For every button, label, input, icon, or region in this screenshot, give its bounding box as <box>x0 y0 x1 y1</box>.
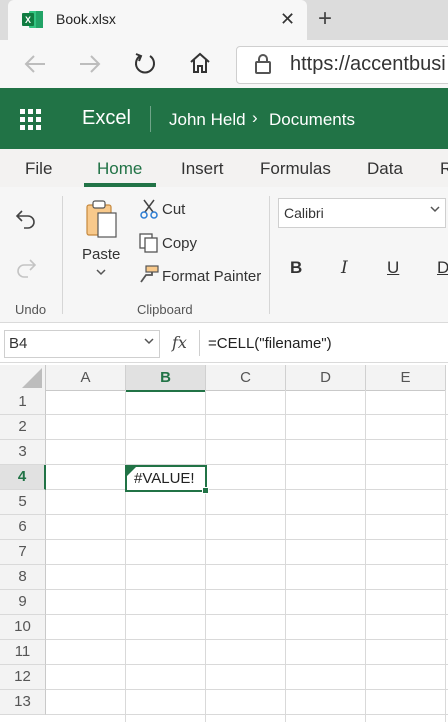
row-header-5[interactable]: 5 <box>0 490 46 515</box>
grid-line <box>46 664 448 665</box>
refresh-icon[interactable] <box>133 51 157 77</box>
redo-icon[interactable] <box>14 256 38 278</box>
tab-home[interactable]: Home <box>97 159 142 179</box>
undo-group-label: Undo <box>15 302 47 317</box>
scissors-icon <box>140 199 158 219</box>
paste-icon[interactable] <box>84 199 120 239</box>
breadcrumb-folder[interactable]: Documents <box>269 110 355 130</box>
grid-line <box>46 414 448 415</box>
tab-insert[interactable]: Insert <box>181 159 224 179</box>
row-header-4[interactable]: 4 <box>0 465 46 490</box>
lock-icon <box>255 54 271 74</box>
fx-icon: fx <box>172 333 187 352</box>
app-name[interactable]: Excel <box>82 107 131 130</box>
font-name-value: Calibri <box>284 205 324 221</box>
copy-button[interactable]: Copy <box>162 235 197 252</box>
breadcrumb-user[interactable]: John Held <box>169 110 246 130</box>
grid-line <box>46 639 448 640</box>
row-header-12[interactable]: 12 <box>0 665 46 690</box>
column-header-c[interactable]: C <box>206 365 286 391</box>
grid-line <box>46 489 448 490</box>
breadcrumb-chevron-icon: › <box>252 108 258 127</box>
grid-line <box>46 464 448 465</box>
tab-data[interactable]: Data <box>367 159 403 179</box>
column-header-a[interactable]: A <box>46 365 126 391</box>
browser-tab[interactable] <box>8 0 307 40</box>
grid-line <box>46 514 448 515</box>
grid-line <box>46 439 448 440</box>
name-box[interactable] <box>4 330 160 358</box>
row-header-3[interactable]: 3 <box>0 440 46 465</box>
name-box-chevron-icon[interactable] <box>144 336 154 346</box>
row-header-13[interactable]: 13 <box>0 690 46 715</box>
copy-icon <box>139 233 158 253</box>
italic-button[interactable]: I <box>341 258 348 278</box>
bold-button[interactable]: B <box>290 258 302 278</box>
undo-icon[interactable] <box>14 207 38 229</box>
ribbon-divider <box>62 196 63 314</box>
row-header-11[interactable]: 11 <box>0 640 46 665</box>
app-launcher-icon[interactable] <box>20 109 42 131</box>
format-painter-button[interactable]: Format Painter <box>162 268 261 285</box>
column-header-b[interactable]: B <box>126 365 206 392</box>
tab-title: Book.xlsx <box>56 11 116 27</box>
excel-file-icon: X <box>22 11 43 28</box>
tab-close-icon[interactable]: ✕ <box>280 8 295 30</box>
strikethrough-button[interactable]: D <box>437 258 448 278</box>
header-divider <box>150 106 151 132</box>
forward-arrow-icon[interactable] <box>77 53 103 75</box>
row-header-9[interactable]: 9 <box>0 590 46 615</box>
row-header-8[interactable]: 8 <box>0 565 46 590</box>
font-dropdown-chevron-icon <box>430 206 440 213</box>
clipboard-group-label: Clipboard <box>137 302 193 317</box>
format-painter-icon <box>140 265 159 283</box>
column-header-e[interactable]: E <box>366 365 446 391</box>
paste-label[interactable]: Paste <box>82 246 120 263</box>
name-box-value: B4 <box>9 335 28 352</box>
row-header-10[interactable]: 10 <box>0 615 46 640</box>
tab-file[interactable]: File <box>25 159 52 179</box>
grid-line <box>46 714 448 715</box>
tab-formulas[interactable]: Formulas <box>260 159 331 179</box>
formula-input[interactable]: =CELL("filename") <box>208 335 332 352</box>
column-header-d[interactable]: D <box>286 365 366 391</box>
row-header-2[interactable]: 2 <box>0 415 46 440</box>
select-all-triangle-icon <box>22 368 42 388</box>
worksheet-grid[interactable] <box>0 365 448 722</box>
row-header-1[interactable]: 1 <box>0 390 46 415</box>
cell-value: #VALUE! <box>134 470 195 487</box>
grid-line <box>46 539 448 540</box>
url-text: https://accentbusi <box>290 53 446 75</box>
back-arrow-icon[interactable] <box>22 53 48 75</box>
grid-line <box>46 689 448 690</box>
ribbon-divider <box>269 196 270 314</box>
row-header-6[interactable]: 6 <box>0 515 46 540</box>
new-tab-icon[interactable]: + <box>318 6 332 32</box>
grid-line <box>46 614 448 615</box>
fill-handle[interactable] <box>202 487 209 494</box>
tab-review[interactable]: R <box>440 159 448 179</box>
grid-line <box>46 564 448 565</box>
cut-button[interactable]: Cut <box>162 201 185 218</box>
row-header-7[interactable]: 7 <box>0 540 46 565</box>
paste-dropdown-icon[interactable] <box>95 268 107 276</box>
underline-button[interactable]: U <box>387 258 399 278</box>
svg-text:X: X <box>25 15 31 25</box>
home-icon[interactable] <box>188 51 212 75</box>
grid-line <box>46 589 448 590</box>
